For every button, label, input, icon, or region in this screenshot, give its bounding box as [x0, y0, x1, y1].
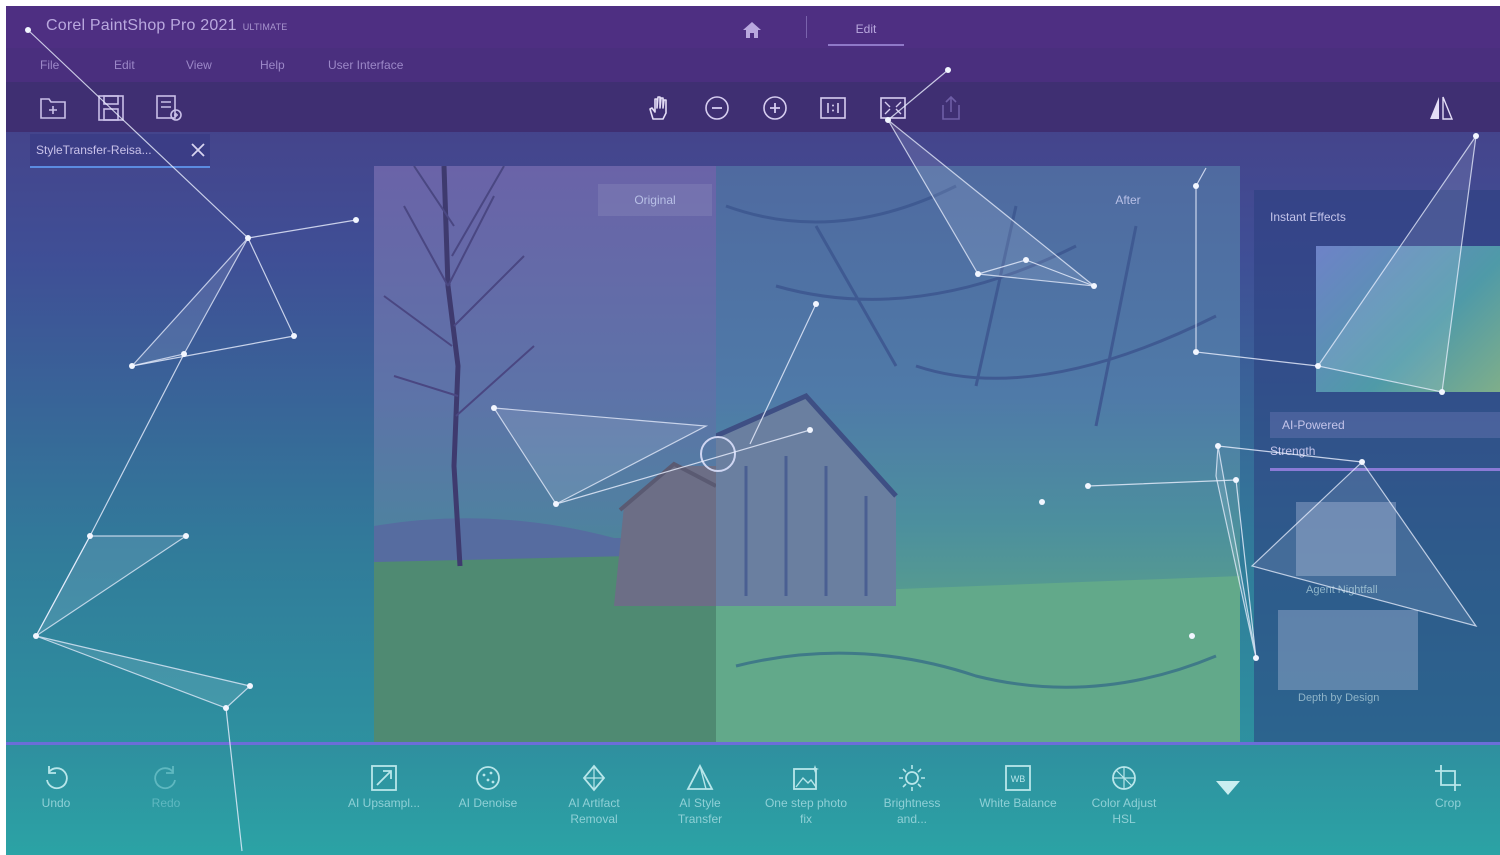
brightness-icon	[899, 765, 925, 791]
menu-view[interactable]: View	[186, 58, 212, 72]
fit-window-icon[interactable]	[878, 93, 908, 123]
ai-denoise-button[interactable]: AI Denoise	[444, 763, 532, 811]
ai-denoise-icon	[476, 766, 500, 790]
effect-thumb-label: Depth by Design	[1298, 692, 1380, 704]
document-tab-label: StyleTransfer-Reisa...	[36, 143, 152, 157]
effect-preview-thumbnail[interactable]	[1316, 246, 1500, 392]
save-icon[interactable]	[96, 93, 126, 123]
before-label: Original	[598, 184, 712, 216]
zoom-in-icon[interactable]	[760, 93, 790, 123]
after-image: After	[716, 166, 1240, 742]
menu-help[interactable]: Help	[260, 58, 285, 72]
one-step-photo-fix-icon	[793, 765, 819, 790]
tab-edit[interactable]: Edit	[828, 14, 904, 46]
document-tab[interactable]: StyleTransfer-Reisa...	[30, 134, 210, 168]
strength-label: Strength	[1270, 444, 1316, 458]
title-bar: Corel PaintShop Pro 2021 ULTIMATE Edit	[6, 6, 1500, 48]
tab-separator	[806, 16, 807, 38]
brightness-button[interactable]: Brightness and...	[868, 763, 956, 827]
share-icon[interactable]	[936, 93, 966, 123]
one-step-photo-fix-button[interactable]: One step photo fix	[762, 763, 850, 827]
undo-icon	[46, 766, 68, 790]
redo-button[interactable]: Redo	[122, 763, 210, 811]
image-canvas[interactable]: Original After	[374, 166, 1240, 742]
effects-category-dropdown[interactable]: AI-Powered	[1270, 412, 1500, 438]
dropdown-value: AI-Powered	[1282, 418, 1345, 432]
redo-icon	[154, 766, 176, 790]
ai-upsampling-icon	[371, 765, 397, 791]
effect-thumb-depth-by-design[interactable]	[1278, 610, 1418, 690]
app-title: Corel PaintShop Pro 2021 ULTIMATE	[46, 17, 287, 35]
white-balance-button[interactable]: WB White Balance	[974, 763, 1062, 811]
close-icon[interactable]	[190, 142, 206, 158]
undo-button[interactable]: Undo	[12, 763, 100, 811]
new-file-icon[interactable]	[38, 93, 68, 123]
one-step-photo-fix-label: One step photo fix	[764, 796, 848, 826]
strength-slider[interactable]	[1270, 468, 1500, 471]
toolbar	[6, 82, 1500, 132]
ai-upsampling-label: AI Upsampl...	[347, 796, 421, 810]
ai-upsampling-button[interactable]: AI Upsampl...	[340, 763, 428, 811]
menu-user-interface[interactable]: User Interface	[328, 58, 403, 72]
white-balance-label: White Balance	[979, 796, 1057, 810]
compare-split-handle[interactable]	[700, 436, 736, 472]
undo-label: Undo	[41, 796, 71, 810]
instant-effects-panel: Instant Effects AI-Powered Strength Agen…	[1254, 190, 1500, 742]
pan-hand-icon[interactable]	[644, 93, 674, 123]
svg-text:WB: WB	[1011, 774, 1026, 784]
zoom-out-icon[interactable]	[702, 93, 732, 123]
panel-title: Instant Effects	[1270, 210, 1346, 224]
home-icon[interactable]	[741, 20, 763, 40]
ai-artifact-removal-icon	[582, 764, 606, 792]
app-name: Corel PaintShop Pro 2021	[46, 17, 237, 34]
ai-style-transfer-label: AI Style Transfer	[677, 796, 723, 826]
compare-icon[interactable]	[1426, 93, 1456, 123]
color-adjust-hsl-icon	[1112, 766, 1136, 790]
effect-thumb-agent-nightfall[interactable]	[1296, 502, 1396, 576]
crop-button[interactable]: Crop	[1404, 763, 1492, 811]
paintshop-window: Corel PaintShop Pro 2021 ULTIMATE Edit Fi…	[6, 6, 1500, 855]
ai-artifact-removal-label: AI Artifact Removal	[568, 796, 620, 826]
app-edition: ULTIMATE	[242, 22, 288, 32]
ai-denoise-label: AI Denoise	[458, 796, 518, 810]
quick-tools-bar: Undo Redo AI Upsampl... AI Denoise AI Ar…	[6, 742, 1500, 855]
white-balance-icon: WB	[1005, 765, 1031, 791]
crop-icon	[1435, 765, 1461, 791]
menu-edit[interactable]: Edit	[114, 58, 135, 72]
before-scene-illustration	[374, 166, 716, 742]
crop-label: Crop	[1434, 796, 1461, 810]
color-adjust-hsl-button[interactable]: Color Adjust HSL	[1080, 763, 1168, 827]
menu-bar: File Edit View Help User Interface	[6, 48, 1500, 82]
ai-artifact-removal-button[interactable]: AI Artifact Removal	[550, 763, 638, 827]
save-as-icon[interactable]	[154, 93, 184, 123]
actual-size-icon[interactable]	[818, 93, 848, 123]
redo-label: Redo	[151, 796, 181, 810]
ai-style-transfer-icon	[686, 764, 714, 790]
chevron-down-icon[interactable]	[1214, 779, 1242, 797]
after-label: After	[1115, 193, 1141, 207]
after-scene-illustration	[716, 184, 1240, 742]
brightness-label: Brightness and...	[883, 796, 941, 826]
menu-file[interactable]: File	[40, 58, 59, 72]
effect-thumb-label: Agent Nightfall	[1306, 584, 1378, 596]
ai-style-transfer-button[interactable]: AI Style Transfer	[656, 763, 744, 827]
color-adjust-hsl-label: Color Adjust HSL	[1091, 796, 1157, 826]
before-image: Original	[374, 166, 716, 742]
